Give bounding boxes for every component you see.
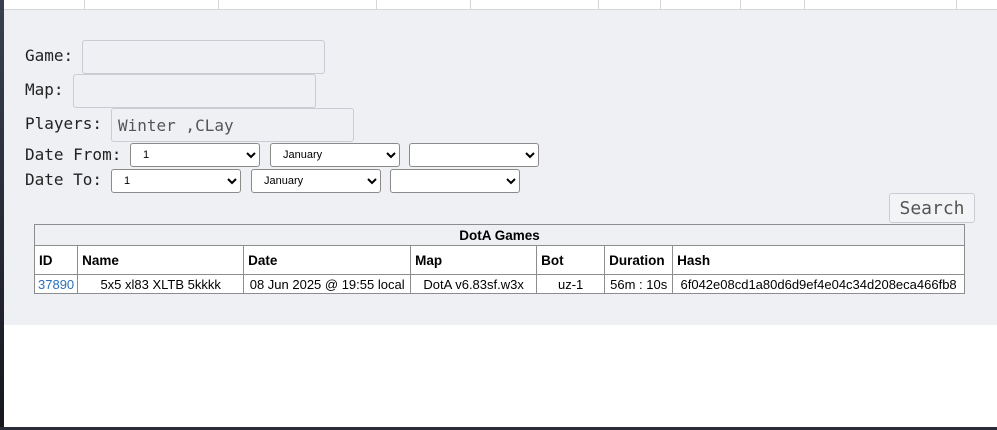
date-from-month-select[interactable]: January [270, 143, 400, 167]
cell-map: DotA v6.83sf.w3x [410, 274, 538, 294]
date-to-day-select[interactable]: 1 [111, 169, 241, 193]
col-header-id: ID [33, 245, 79, 275]
players-label: Players: [25, 114, 103, 133]
col-header-date: Date [243, 245, 412, 275]
date-from-label: Date From: [25, 145, 122, 164]
table-row: 37890 5x5 xl83 XLTB 5kkkk 08 Jun 2025 @ … [33, 274, 965, 294]
col-header-hash: Hash [672, 245, 965, 275]
top-nav-strip [4, 0, 997, 10]
game-id-link[interactable]: 37890 [33, 274, 79, 294]
col-header-duration: Duration [604, 245, 674, 275]
col-header-name: Name [77, 245, 245, 275]
games-table: DotA Games ID Name Date Map Bot Duration… [33, 224, 965, 294]
date-from-year-select[interactable] [409, 143, 539, 167]
cell-duration: 56m : 10s [604, 274, 674, 294]
date-to-label: Date To: [25, 170, 103, 189]
table-caption: DotA Games [34, 224, 965, 246]
col-header-map: Map [410, 245, 538, 275]
search-button[interactable]: Search [889, 193, 975, 223]
date-from-day-select[interactable]: 1 [130, 143, 260, 167]
date-to-month-select[interactable]: January [251, 169, 381, 193]
cell-date: 08 Jun 2025 @ 19:55 local [243, 274, 412, 294]
cell-hash: 6f042e08cd1a80d6d9ef4e04c34d208eca466fb8 [672, 274, 965, 294]
map-label: Map: [25, 80, 64, 99]
game-label: Game: [25, 46, 74, 65]
cell-name: 5x5 xl83 XLTB 5kkkk [77, 274, 245, 294]
date-to-year-select[interactable] [390, 169, 520, 193]
players-input[interactable] [111, 108, 354, 142]
game-input[interactable] [82, 40, 325, 74]
col-header-bot: Bot [536, 245, 606, 275]
map-input[interactable] [73, 74, 316, 108]
cell-bot: uz-1 [536, 274, 606, 294]
